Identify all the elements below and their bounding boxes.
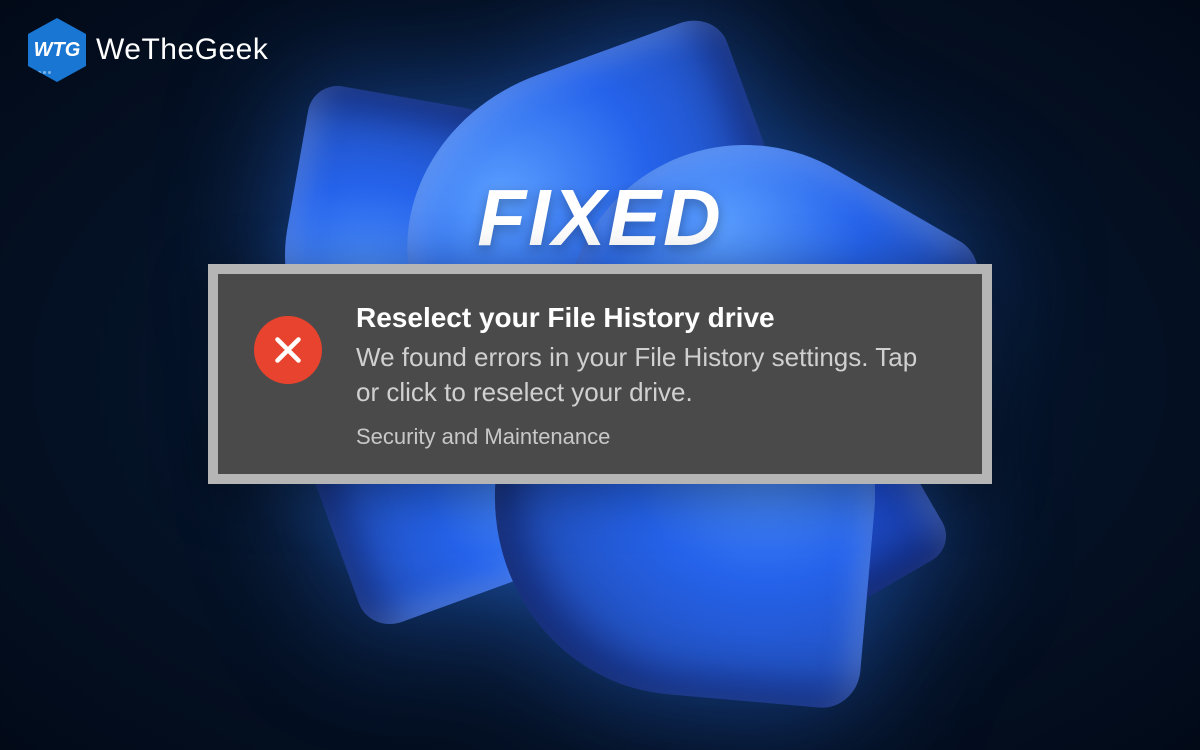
notification-title: Reselect your File History drive xyxy=(356,302,946,334)
notification-toast[interactable]: Reselect your File History drive We foun… xyxy=(208,264,992,484)
logo-badge: WTG xyxy=(28,18,86,82)
notification-content: Reselect your File History drive We foun… xyxy=(356,302,946,450)
headline-text: FIXED xyxy=(477,172,723,264)
notification-toast-wrapper: Reselect your File History drive We foun… xyxy=(208,264,992,484)
notification-source: Security and Maintenance xyxy=(356,424,946,450)
error-cross-icon xyxy=(254,316,322,384)
error-icon-container xyxy=(254,316,322,384)
logo-badge-text: WTG xyxy=(34,39,81,62)
notification-body: We found errors in your File History set… xyxy=(356,340,946,410)
brand-logo: WTG WeTheGeek xyxy=(28,18,268,82)
logo-brand-name: WeTheGeek xyxy=(96,33,268,67)
